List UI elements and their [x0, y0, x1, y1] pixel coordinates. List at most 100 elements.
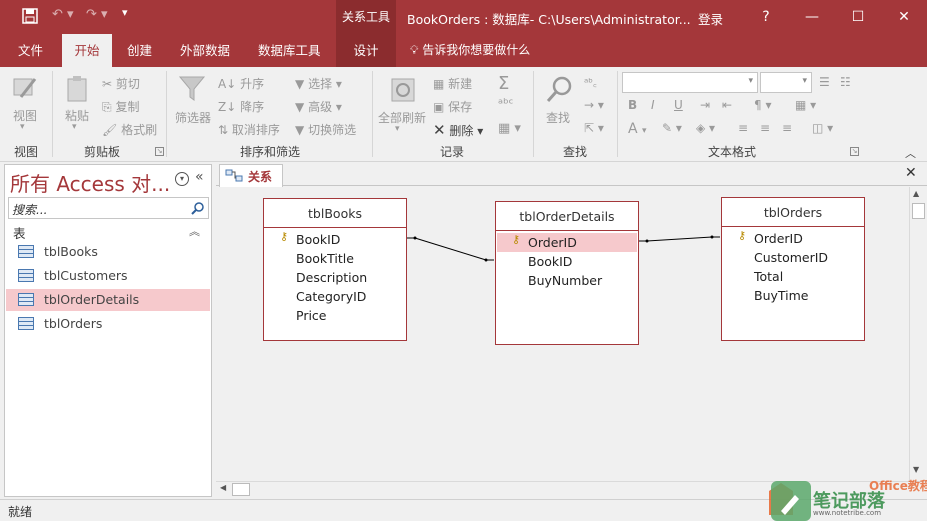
field-item[interactable]: BuyNumber	[528, 271, 602, 290]
goto-icon[interactable]: → ▾	[584, 98, 604, 112]
indent-decrease-icon[interactable]: ⇤	[722, 98, 732, 112]
help-button[interactable]: ?	[743, 0, 789, 34]
field-item[interactable]: CustomerID	[754, 248, 828, 267]
close-button[interactable]: ✕	[881, 0, 927, 34]
vertical-scrollbar[interactable]: ▲ ▼	[909, 187, 927, 481]
relationship-line-books-orderdetails[interactable]	[407, 236, 494, 262]
font-color-button[interactable]: A ▾	[628, 121, 647, 137]
table-box-title[interactable]: tblOrders	[722, 198, 864, 227]
italic-button[interactable]: I	[651, 98, 655, 112]
shutter-bar-icon[interactable]: «	[195, 169, 204, 185]
field-item[interactable]: BookID	[296, 230, 340, 249]
scroll-left-icon[interactable]: ◀	[220, 483, 226, 492]
nav-item-tblcustomers[interactable]: tblCustomers	[6, 265, 210, 287]
tab-create[interactable]: 创建	[119, 34, 160, 67]
paste-label[interactable]: 粘贴	[65, 107, 89, 124]
refresh-all-label[interactable]: 全部刷新	[378, 109, 426, 126]
alternate-row-color-icon[interactable]: ◫ ▾	[812, 121, 833, 135]
customize-qa-icon[interactable]: ▾	[122, 6, 128, 19]
paste-icon[interactable]	[63, 73, 93, 103]
nav-menu-chevron-icon[interactable]: ▾	[175, 172, 189, 186]
relationships-canvas[interactable]: tblBooks ⚷ BookID BookTitle Description …	[216, 187, 909, 481]
descending-button[interactable]: Z↓ 降序	[218, 98, 264, 115]
fill-color-icon[interactable]: ◈ ▾	[696, 121, 715, 135]
minimize-button[interactable]: —	[789, 0, 835, 34]
more-records-icon[interactable]: ▦ ▾	[498, 121, 521, 136]
field-item[interactable]: BuyTime	[754, 286, 809, 305]
list-bullets-icon[interactable]: ☰	[819, 75, 830, 89]
nav-category-tables[interactable]: 表	[13, 223, 26, 242]
nav-search-input[interactable]: 搜索...	[8, 197, 209, 219]
tell-me-box[interactable]: 💡︎ 告诉我你想要做什么	[410, 34, 530, 67]
maximize-button[interactable]: ☐	[835, 0, 881, 34]
field-item[interactable]: Description	[296, 268, 367, 287]
table-box-title[interactable]: tblOrderDetails	[496, 202, 638, 231]
field-item[interactable]: BookID	[528, 252, 572, 271]
align-left-icon[interactable]: ≡	[738, 121, 748, 135]
indent-increase-icon[interactable]: ⇥	[700, 98, 710, 112]
tab-external-data[interactable]: 外部数据	[172, 34, 238, 67]
view-button-label[interactable]: 视图	[13, 107, 37, 124]
filter-icon[interactable]	[177, 73, 207, 103]
format-painter-button[interactable]: 🖌︎ 格式刷	[102, 121, 157, 138]
table-box-title[interactable]: tblBooks	[264, 199, 406, 228]
scroll-down-icon[interactable]: ▼	[913, 465, 919, 474]
cut-button[interactable]: ✂ 剪切	[102, 75, 140, 92]
nav-item-tblbooks[interactable]: tblBooks	[6, 241, 210, 263]
bold-button[interactable]: B	[628, 98, 637, 112]
collapse-category-icon[interactable]: ︽	[189, 223, 200, 239]
remove-sort-button[interactable]: ⇅ 取消排序	[218, 121, 280, 138]
table-box-tblbooks[interactable]: tblBooks ⚷ BookID BookTitle Description …	[263, 198, 407, 341]
table-box-tblorderdetails[interactable]: tblOrderDetails ⚷ OrderID BookID BuyNumb…	[495, 201, 639, 345]
nav-item-tblorders[interactable]: tblOrders	[6, 313, 210, 335]
field-item[interactable]: Price	[296, 306, 327, 325]
field-item[interactable]: Total	[754, 267, 783, 286]
text-format-launcher-icon[interactable]: ↘	[850, 147, 859, 156]
field-item[interactable]: OrderID	[754, 229, 803, 248]
save-record-button[interactable]: ▣ 保存	[433, 98, 472, 115]
tab-database-tools[interactable]: 数据库工具	[250, 34, 329, 67]
highlight-icon[interactable]: ✎ ▾	[662, 121, 682, 135]
delete-record-button[interactable]: ✕ 删除 ▾	[433, 121, 483, 139]
save-icon[interactable]	[22, 8, 38, 28]
vertical-scroll-thumb[interactable]	[912, 203, 925, 219]
find-label[interactable]: 查找	[546, 109, 570, 126]
paragraph-direction-icon[interactable]: ¶ ▾	[754, 98, 771, 112]
redo-icon[interactable]: ↷ ▾	[86, 7, 108, 22]
search-icon[interactable]	[191, 201, 205, 215]
tab-file[interactable]: 文件	[10, 34, 51, 67]
list-numbers-icon[interactable]: ☷	[840, 75, 851, 89]
view-dropdown-icon[interactable]: ▾	[20, 122, 25, 132]
gridlines-icon[interactable]: ▦ ▾	[795, 98, 816, 112]
login-button[interactable]: 登录	[698, 9, 723, 28]
totals-icon[interactable]: Σ	[498, 73, 509, 94]
spelling-icon[interactable]: ᵃᵇᶜ	[498, 97, 513, 112]
toggle-filter-button[interactable]: ▼ 切换筛选	[295, 121, 356, 138]
replace-icon[interactable]: ᵃᵇ꜀	[584, 75, 597, 90]
copy-button[interactable]: ⎘ 复制	[102, 98, 139, 115]
field-item[interactable]: OrderID	[528, 233, 577, 252]
selection-button[interactable]: ▼ 选择 ▾	[295, 75, 342, 92]
horizontal-scroll-thumb[interactable]	[232, 483, 250, 496]
nav-item-tblorderdetails[interactable]: tblOrderDetails	[6, 289, 210, 311]
align-center-icon[interactable]: ≡	[760, 121, 770, 135]
ascending-button[interactable]: A↓ 升序	[218, 75, 264, 92]
clipboard-launcher-icon[interactable]: ↘	[155, 147, 164, 156]
paste-dropdown-icon[interactable]: ▾	[72, 122, 77, 132]
scroll-up-icon[interactable]: ▲	[913, 189, 919, 198]
font-name-dropdown[interactable]: ▾	[622, 72, 758, 93]
underline-button[interactable]: U	[674, 98, 683, 112]
nav-pane-title[interactable]: 所有 Access 对...	[10, 168, 170, 197]
tab-relationships[interactable]: 关系	[219, 164, 283, 187]
find-magnifier-icon[interactable]	[545, 75, 575, 105]
field-item[interactable]: CategoryID	[296, 287, 366, 306]
tab-design[interactable]: 设计	[336, 34, 396, 67]
advanced-button[interactable]: ▼ 高级 ▾	[295, 98, 342, 115]
filter-label[interactable]: 筛选器	[175, 109, 211, 126]
refresh-dropdown-icon[interactable]: ▾	[395, 124, 400, 134]
table-box-tblorders[interactable]: tblOrders ⚷ OrderID CustomerID Total Buy…	[721, 197, 865, 341]
align-right-icon[interactable]: ≡	[782, 121, 792, 135]
field-item[interactable]: BookTitle	[296, 249, 354, 268]
tab-home[interactable]: 开始	[62, 34, 112, 67]
select-icon[interactable]: ⇱ ▾	[584, 121, 604, 135]
